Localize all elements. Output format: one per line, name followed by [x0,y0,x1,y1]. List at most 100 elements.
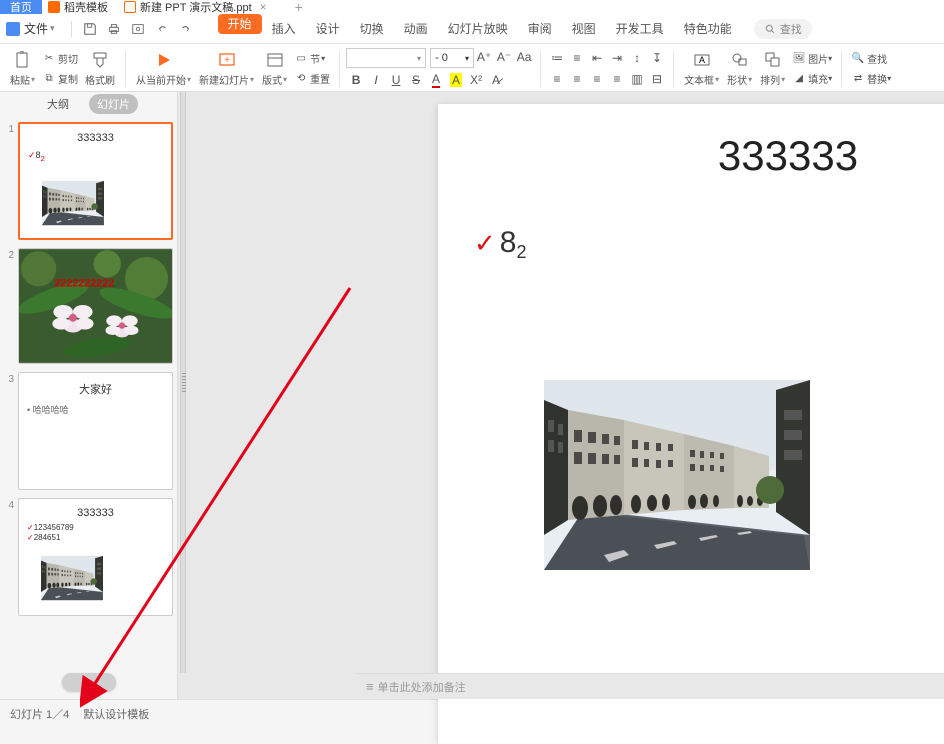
replace-button[interactable]: ⇄替换▾ [851,69,891,89]
thumbnail-4[interactable]: 333333 ✓123456789 ✓284651 [18,498,173,616]
ribbon-tabs: 开始 插入 设计 切换 动画 幻灯片放映 审阅 视图 开发工具 特色功能 [218,14,742,44]
align-left-icon[interactable]: ≡ [548,70,566,88]
file-menu[interactable]: 文件 ▾ [24,20,55,37]
redo-icon[interactable] [177,20,195,38]
shapes-button[interactable]: 形状▾ [727,47,752,91]
layout-icon [265,50,285,70]
align-text-icon[interactable]: ⊟ [648,70,666,88]
align-center-icon[interactable]: ≡ [568,70,586,88]
search-box[interactable]: 查找 [754,19,812,39]
tab-home[interactable]: 首页 [0,0,42,14]
thumbnail-row: 1 333333 ✓82 [4,122,173,240]
align-right-icon[interactable]: ≡ [588,70,606,88]
font-color-icon[interactable]: A [427,71,445,89]
tab-home-label: 首页 [10,0,32,15]
slide-image[interactable] [544,380,810,570]
clear-format-icon[interactable]: A̷ [487,71,505,89]
separator [71,21,72,37]
tab-daoke[interactable]: 稻壳模板 [42,0,118,14]
svg-text:+: + [224,55,230,66]
search-label: 查找 [780,21,802,37]
superscript-icon[interactable]: X² [467,71,485,89]
brush-icon [90,50,110,70]
paste-button[interactable]: 粘贴▾ [10,47,35,91]
thumb-title: 大家好 [19,381,172,397]
highlight-icon[interactable]: A [447,71,465,89]
underline-icon[interactable]: U [387,71,405,89]
save-icon[interactable] [81,20,99,38]
slide-canvas[interactable]: 333333 ✓ 82 [438,104,944,744]
preview-icon[interactable] [129,20,147,38]
ribbon-tab-view[interactable]: 视图 [562,14,606,44]
bullets-icon[interactable]: ≔ [548,49,566,67]
notes-bar[interactable]: ≡ 单击此处添加备注 [356,673,944,699]
thumbnail-row: 3 大家好 • 哈哈哈哈 [4,372,173,490]
ribbon-tab-slideshow[interactable]: 幻灯片放映 [438,14,518,44]
increase-font-icon[interactable]: A⁺ [475,48,493,66]
file-menu-label: 文件 [24,20,48,37]
format-painter-button[interactable]: 格式刷 [85,47,115,91]
ribbon-tab-start[interactable]: 开始 [218,14,262,34]
status-page: 幻灯片 1／4 [10,706,69,722]
thumbnail-row: 4 333333 ✓123456789 ✓284651 [4,498,173,616]
copy-button[interactable]: ⧉复制 [42,69,78,89]
panel-tabs: 大纲 幻灯片 [0,92,177,116]
new-slide-button[interactable]: + 新建幻灯片▾ [199,47,254,91]
indent-dec-icon[interactable]: ⇤ [588,49,606,67]
tab-document-label: 新建 PPT 演示文稿.ppt [140,0,252,15]
ribbon-tab-features[interactable]: 特色功能 [674,14,742,44]
layout-button[interactable]: 版式▾ [262,47,287,91]
add-slide-button[interactable] [62,673,116,691]
app-menu-icon[interactable] [6,22,20,36]
cut-button[interactable]: ✂剪切 [42,49,78,69]
panel-resizer[interactable] [180,92,186,673]
thumbnail-2[interactable] [18,248,173,364]
font-size-select[interactable]: - 0▾ [430,48,474,68]
print-icon[interactable] [105,20,123,38]
text-direction-icon[interactable]: ↧ [648,49,666,67]
workspace: 大纲 幻灯片 1 333333 ✓82 2 [0,92,944,699]
slide-title[interactable]: 333333 [438,132,944,180]
thumb-number: 1 [4,122,14,240]
notes-placeholder: 单击此处添加备注 [378,679,466,695]
thumbnail-row: 2 [4,248,173,364]
tab-document[interactable]: 新建 PPT 演示文稿.ppt × [118,0,277,14]
ribbon-tab-review[interactable]: 审阅 [518,14,562,44]
font-family-select[interactable]: ▾ [346,48,426,68]
panel-tab-slides[interactable]: 幻灯片 [89,94,138,114]
align-justify-icon[interactable]: ≡ [608,70,626,88]
slide-bullet-1[interactable]: ✓ 82 [474,226,527,260]
reset-button[interactable]: ⟲重置 [294,69,330,89]
fill-icon: ◢ [792,72,806,86]
thumbnail-1[interactable]: 333333 ✓82 [18,122,173,240]
columns-icon[interactable]: ▥ [628,70,646,88]
find-button[interactable]: 🔍查找 [851,49,891,69]
decrease-font-icon[interactable]: A⁻ [495,48,513,66]
ribbon-tab-animation[interactable]: 动画 [394,14,438,44]
thumb-number: 4 [4,498,14,616]
undo-icon[interactable] [153,20,171,38]
ribbon-tab-design[interactable]: 设计 [306,14,350,44]
line-spacing-icon[interactable]: ↕ [628,49,646,67]
checkmark-icon: ✓ [474,228,496,259]
ribbon-tab-insert[interactable]: 插入 [262,14,306,44]
textbox-button[interactable]: A 文本框▾ [684,47,719,91]
picture-button[interactable]: 🖼图片▾ [792,49,832,69]
tab-close-icon[interactable]: × [260,0,267,14]
section-button[interactable]: ▭节▾ [294,49,330,69]
thumbnail-3[interactable]: 大家好 • 哈哈哈哈 [18,372,173,490]
italic-icon[interactable]: I [367,71,385,89]
ribbon-tab-dev[interactable]: 开发工具 [606,14,674,44]
panel-tab-outline[interactable]: 大纲 [39,94,77,114]
change-case-icon[interactable]: Aa [515,48,533,66]
canvas-area: 333333 ✓ 82 ≡ 单击此处添加备注 [178,92,944,699]
ribbon-tab-transition[interactable]: 切换 [350,14,394,44]
from-beginning-button[interactable]: 从当前开始▾ [136,47,191,91]
indent-inc-icon[interactable]: ⇥ [608,49,626,67]
bold-icon[interactable]: B [347,71,365,89]
fill-button[interactable]: ◢填充▾ [792,69,832,89]
strike-icon[interactable]: S [407,71,425,89]
arrange-button[interactable]: 排列▾ [760,47,785,91]
numbering-icon[interactable]: ≡ [568,49,586,67]
find-icon: 🔍 [851,52,865,66]
